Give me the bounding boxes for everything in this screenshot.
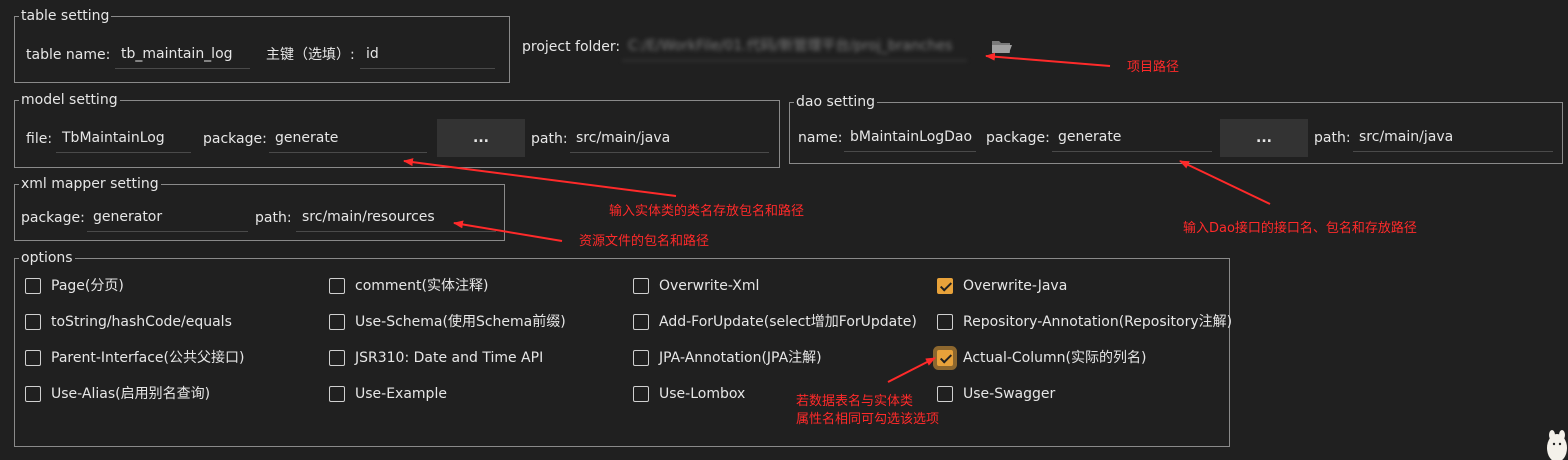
annotation-column-line2: 属性名相同可勾选该选项 [796,412,940,427]
arrow-project-path [985,52,1111,67]
arrow-actual-column [887,357,936,383]
annotation-xml: 资源文件的包名和路径 [579,234,710,249]
annotation-column-line1: 若数据表名与实体类 [796,394,914,409]
arrow-dao [1179,160,1271,205]
arrow-xml [453,220,563,242]
mascot-icon [1547,430,1567,460]
arrow-model [403,158,677,197]
annotation-model: 输入实体类的类名存放包名和路径 [609,204,805,219]
annotation-dao: 输入Dao接口的接口名、包名和存放路径 [1183,221,1417,236]
annotation-project-path: 项目路径 [1127,60,1180,75]
